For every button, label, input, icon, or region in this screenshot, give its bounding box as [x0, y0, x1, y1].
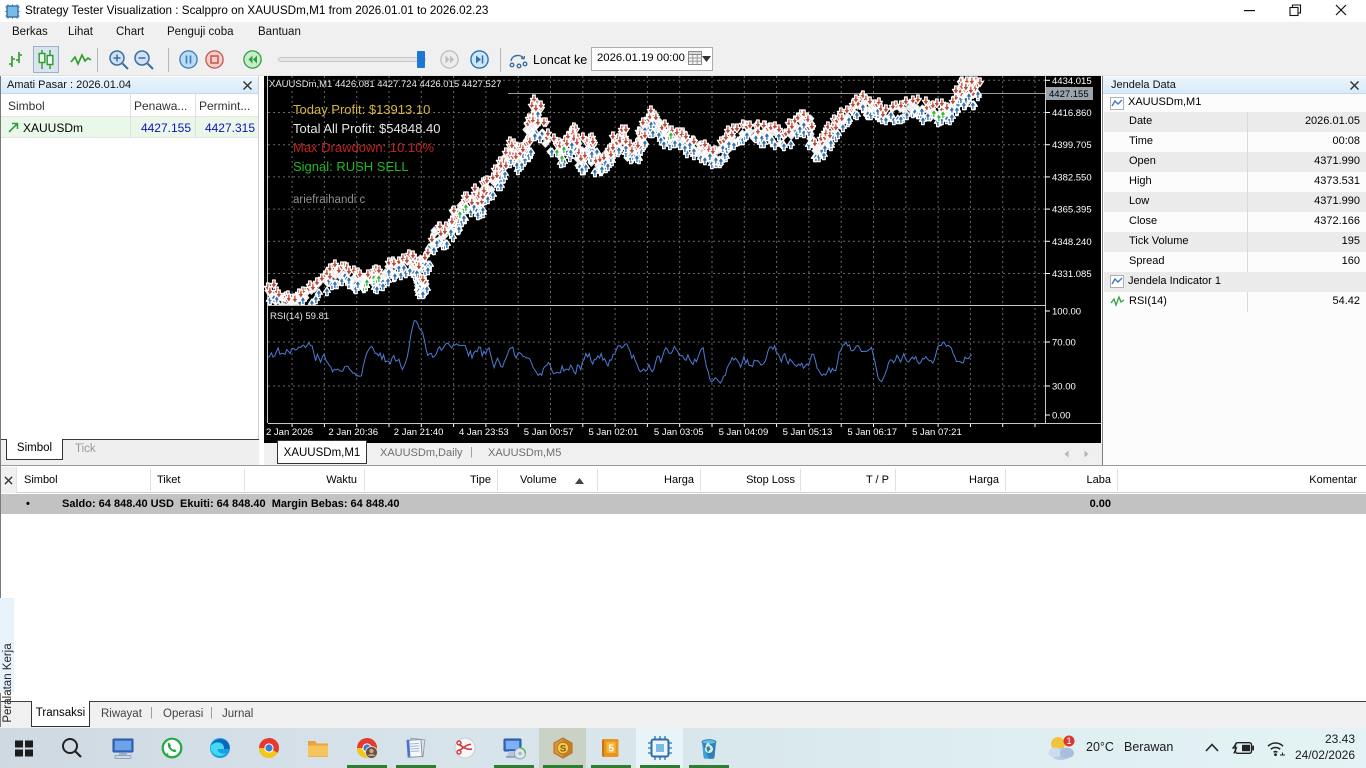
svg-text:4382.550: 4382.550	[1052, 172, 1092, 183]
svg-text:4416.860: 4416.860	[1052, 108, 1092, 119]
svg-text:Max Drawdown: 10.10%: Max Drawdown: 10.10%	[293, 140, 434, 155]
svg-text:ariefraihandi c: ariefraihandi c	[293, 194, 365, 206]
svg-text:5 Jan 07:21: 5 Jan 07:21	[912, 427, 962, 438]
svg-text:5 Jan 04:09: 5 Jan 04:09	[719, 427, 769, 438]
svg-text:4427.155: 4427.155	[1049, 89, 1089, 100]
svg-text:2 Jan 2026: 2 Jan 2026	[266, 427, 313, 438]
svg-text:4399.705: 4399.705	[1052, 140, 1092, 151]
svg-text:1: 1	[1066, 736, 1071, 746]
svg-text:Signal: RUSH SELL: Signal: RUSH SELL	[293, 159, 409, 174]
svg-text:2 Jan 20:36: 2 Jan 20:36	[328, 427, 378, 438]
svg-text:0.00: 0.00	[1052, 411, 1071, 422]
svg-text:30.00: 30.00	[1052, 382, 1076, 393]
svg-text:XAUUSDm,M1 4426.081 4427.724: XAUUSDm,M1 4426.081 4427.724 4426.015 44…	[269, 79, 501, 90]
svg-text:4 Jan 23:53: 4 Jan 23:53	[459, 427, 509, 438]
svg-text:5 Jan 05:13: 5 Jan 05:13	[783, 427, 833, 438]
svg-text:100.00: 100.00	[1052, 307, 1081, 318]
svg-text:5 Jan 00:57: 5 Jan 00:57	[524, 427, 574, 438]
svg-text:RSI(14) 59.81: RSI(14) 59.81	[270, 311, 329, 322]
svg-text:5 Jan 06:17: 5 Jan 06:17	[847, 427, 897, 438]
svg-text:4348.240: 4348.240	[1052, 237, 1092, 248]
svg-text:5 Jan 03:05: 5 Jan 03:05	[654, 427, 704, 438]
svg-text:2 Jan 21:40: 2 Jan 21:40	[394, 427, 444, 438]
svg-text:Today Profit: $13913.10: Today Profit: $13913.10	[293, 102, 430, 117]
svg-text:70.00: 70.00	[1052, 338, 1076, 349]
svg-text:4365.395: 4365.395	[1052, 205, 1092, 216]
svg-text:5 Jan 02:01: 5 Jan 02:01	[589, 427, 639, 438]
svg-text:4434.015: 4434.015	[1052, 76, 1092, 87]
svg-text:4331.085: 4331.085	[1052, 269, 1092, 280]
svg-text:Total All Profit: $54848.40: Total All Profit: $54848.40	[293, 121, 440, 136]
